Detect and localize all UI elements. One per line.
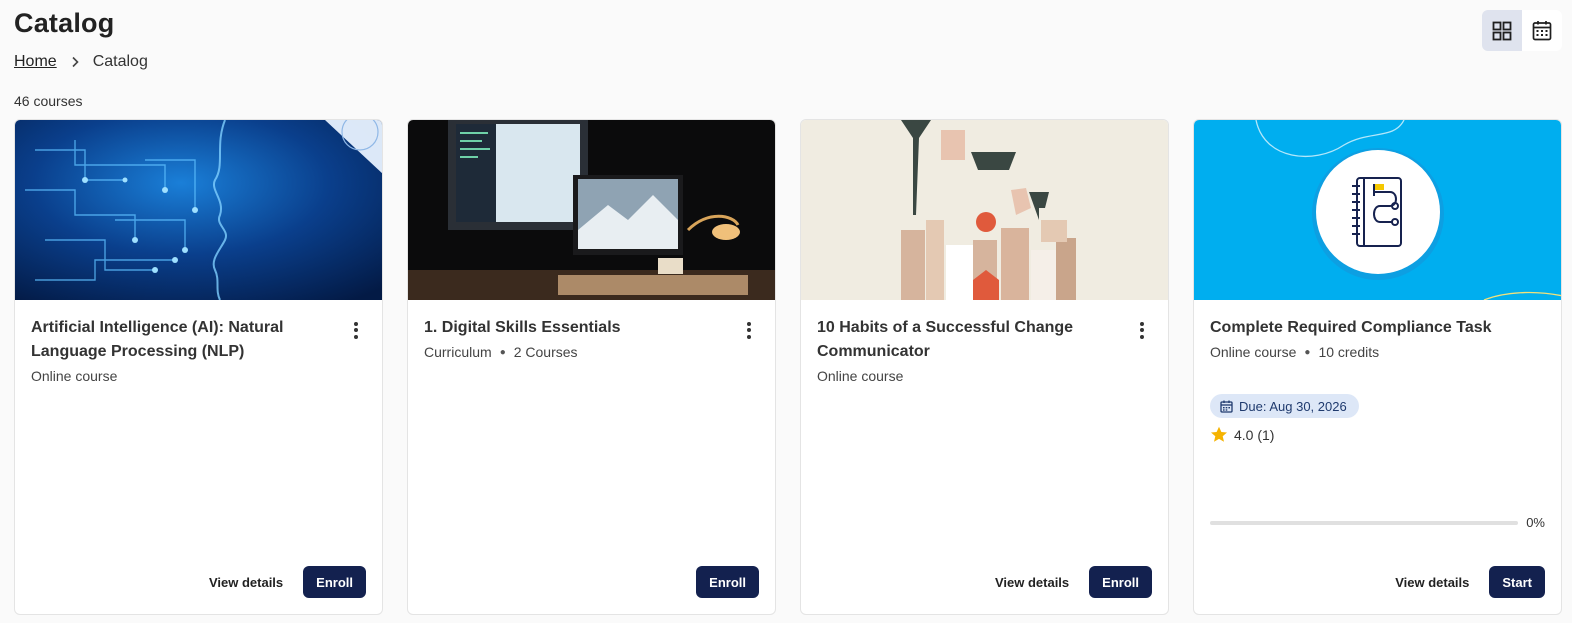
course-thumbnail xyxy=(408,120,775,300)
course-title[interactable]: Complete Required Compliance Task xyxy=(1210,316,1510,340)
course-thumbnail xyxy=(15,120,382,300)
separator-dot: ● xyxy=(499,347,506,359)
card-actions: Enroll xyxy=(696,566,759,598)
rating: 4.0 (1) xyxy=(1210,426,1545,443)
chevron-right-icon xyxy=(57,53,93,71)
start-button[interactable]: Start xyxy=(1489,566,1545,598)
breadcrumb-home-link[interactable]: Home xyxy=(14,53,57,71)
more-options-icon[interactable] xyxy=(1132,320,1152,340)
star-icon xyxy=(1211,427,1227,443)
course-type: Online course xyxy=(1210,344,1297,360)
course-type: Online course xyxy=(31,368,118,384)
enroll-button[interactable]: Enroll xyxy=(303,566,366,598)
course-type: Online course xyxy=(817,368,904,384)
course-credits: 10 credits xyxy=(1318,344,1380,360)
grid-view-button[interactable] xyxy=(1482,10,1522,51)
progress-bar: 0% xyxy=(1210,515,1545,530)
course-type: Curriculum xyxy=(424,344,492,360)
card-actions: View details Start xyxy=(1393,566,1545,598)
more-options-icon[interactable] xyxy=(739,320,759,340)
page-title: Catalog xyxy=(14,8,115,38)
card-actions: View details Enroll xyxy=(993,566,1152,598)
course-count-label: 2 Courses xyxy=(513,344,578,360)
grid-view-icon xyxy=(1492,21,1512,40)
progress-track xyxy=(1210,520,1519,525)
breadcrumb-current: Catalog xyxy=(92,53,148,70)
view-details-button[interactable]: View details xyxy=(207,569,285,596)
due-date-text: Due: Aug 30, 2026 xyxy=(1239,398,1347,414)
course-card[interactable]: 10 Habits of a Successful Change Communi… xyxy=(800,119,1169,615)
course-title[interactable]: 1. Digital Skills Essentials xyxy=(424,316,724,340)
course-card[interactable]: 1. Digital Skills Essentials Curriculum ●… xyxy=(407,119,776,615)
course-card[interactable]: Artificial Intelligence (AI): Natural La… xyxy=(14,119,383,615)
course-meta: Online course xyxy=(31,366,366,386)
progress-label: 0% xyxy=(1526,515,1545,530)
calendar-view-button[interactable] xyxy=(1522,10,1562,51)
view-toggle xyxy=(1482,10,1562,51)
enroll-button[interactable]: Enroll xyxy=(696,566,759,598)
course-meta: Online course xyxy=(817,366,1152,386)
enroll-button[interactable]: Enroll xyxy=(1089,566,1152,598)
view-details-button[interactable]: View details xyxy=(1393,569,1471,596)
rating-value: 4.0 (1) xyxy=(1234,426,1275,443)
card-actions: View details Enroll xyxy=(207,566,366,598)
view-details-button[interactable]: View details xyxy=(993,569,1071,596)
course-meta: Curriculum ● 2 Courses xyxy=(424,342,759,363)
more-options-icon[interactable] xyxy=(346,320,366,340)
separator-dot: ● xyxy=(1304,347,1311,359)
breadcrumb: Home Catalog xyxy=(14,53,148,71)
course-card[interactable]: Complete Required Compliance Task Online… xyxy=(1193,119,1562,615)
due-date-badge: Due: Aug 30, 2026 xyxy=(1210,394,1359,419)
course-thumbnail xyxy=(1194,120,1561,300)
course-title[interactable]: 10 Habits of a Successful Change Communi… xyxy=(817,316,1117,364)
course-meta: Online course ● 10 credits xyxy=(1210,342,1545,363)
course-grid: Artificial Intelligence (AI): Natural La… xyxy=(14,119,1562,615)
course-thumbnail xyxy=(801,120,1168,300)
course-count: 46 courses xyxy=(14,93,83,109)
calendar-view-icon xyxy=(1532,21,1552,41)
calendar-icon xyxy=(1220,400,1233,413)
course-title[interactable]: Artificial Intelligence (AI): Natural La… xyxy=(31,316,331,364)
